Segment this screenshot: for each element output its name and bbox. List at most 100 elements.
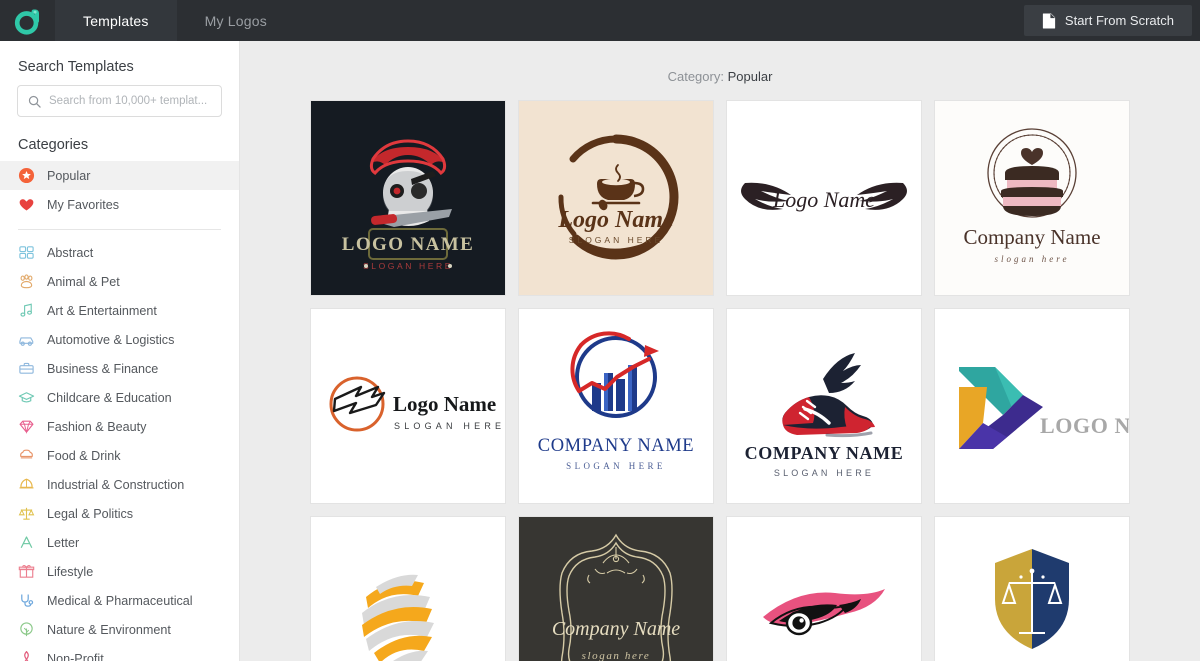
- svg-text:LOGO NAME: LOGO NAME: [342, 234, 474, 255]
- heart-icon: [19, 199, 34, 211]
- tab-my-logos[interactable]: My Logos: [177, 0, 295, 41]
- templates-main-area: Category: Popular LOGO NAME SLOGAN HERE …: [240, 41, 1200, 661]
- paw-icon: [20, 274, 33, 289]
- wings-logo: Logo Name: [727, 101, 921, 295]
- top-navigation-bar: Templates My Logos Start From Scratch: [0, 0, 1200, 41]
- template-card[interactable]: Logo Name SLOGAN HERE: [519, 101, 713, 295]
- gift-icon: [18, 564, 35, 578]
- sidebar-item-industrial-construction[interactable]: Industrial & Construction: [0, 470, 239, 499]
- categories-title: Categories: [18, 137, 89, 153]
- sidebar-item-automotive-logistics[interactable]: Automotive & Logistics: [0, 325, 239, 354]
- search-icon: [28, 95, 41, 108]
- car-icon: [19, 337, 34, 346]
- svg-text:COMPANY NAME: COMPANY NAME: [538, 436, 694, 456]
- svg-text:slogan here: slogan here: [582, 650, 651, 661]
- ribbon-arrow-logo: LOGO NAME: [935, 309, 1129, 503]
- scales-icon: [18, 507, 35, 520]
- sidebar-item-legal-politics-label: Legal & Politics: [47, 506, 134, 521]
- sidebar-item-childcare-education-label: Childcare & Education: [47, 390, 172, 405]
- template-card[interactable]: LOGO NAME: [935, 309, 1129, 503]
- template-grid: LOGO NAME SLOGAN HERE Logo Name SLOGAN H…: [240, 101, 1200, 661]
- sidebar-item-my-favorites[interactable]: My Favorites: [0, 190, 239, 219]
- sidebar-item-lifestyle[interactable]: Lifestyle: [0, 557, 239, 586]
- sidebar-item-letter-label: Letter: [47, 535, 80, 550]
- template-card[interactable]: [311, 517, 505, 661]
- tree-icon: [20, 622, 33, 637]
- template-card[interactable]: LOGO NAME SLOGAN HERE: [311, 101, 505, 295]
- category-list: Abstract Animal & Pet Art & Entertainmen…: [0, 238, 239, 661]
- sidebar-item-fashion-beauty[interactable]: Fashion & Beauty: [0, 412, 239, 441]
- brand-logo[interactable]: [0, 0, 55, 41]
- svg-text:SLOGAN HERE: SLOGAN HERE: [394, 421, 505, 431]
- sidebar-item-my-favorites-label: My Favorites: [47, 197, 120, 212]
- category-name-label: Popular: [727, 69, 773, 84]
- search-box[interactable]: [17, 85, 222, 117]
- sidebar-item-popular[interactable]: Popular: [0, 161, 239, 190]
- sidebar-item-fashion-beauty-label: Fashion & Beauty: [47, 419, 147, 434]
- diamond-icon: [19, 420, 34, 435]
- eye-lash-logo: COMPANY NAME: [727, 517, 921, 661]
- sidebar-item-art-entertainment[interactable]: Art & Entertainment: [0, 296, 239, 325]
- bolt-arrow-logo: Logo Name SLOGAN HERE: [311, 309, 505, 503]
- sidebar-item-food-drink-label: Food & Drink: [47, 448, 121, 463]
- sidebar-item-nature-environment[interactable]: Nature & Environment: [0, 615, 239, 644]
- sidebar-item-food-drink[interactable]: Food & Drink: [0, 441, 239, 470]
- template-card[interactable]: Logo Name: [727, 101, 921, 295]
- svg-text:COMPANY NAME: COMPANY NAME: [745, 443, 904, 463]
- document-icon: [1042, 12, 1056, 29]
- template-card[interactable]: Company Name slogan here: [935, 101, 1129, 295]
- music-note-icon: [20, 303, 32, 317]
- tab-templates[interactable]: Templates: [55, 0, 177, 41]
- sidebar-item-business-finance-label: Business & Finance: [47, 361, 159, 376]
- sidebar-item-abstract-label: Abstract: [47, 245, 94, 260]
- sidebar-item-non-profit-label: Non-Profit: [47, 651, 104, 661]
- app-body: Search Templates Categories: [0, 41, 1200, 661]
- sidebar[interactable]: Search Templates Categories: [0, 41, 240, 661]
- template-card[interactable]: [935, 517, 1129, 661]
- search-templates-title: Search Templates: [18, 59, 134, 75]
- search-input[interactable]: [49, 95, 211, 107]
- stethoscope-icon: [21, 594, 34, 607]
- logo-mark-icon: [14, 9, 39, 35]
- template-card[interactable]: COMPANY NAME SLOGAN HERE: [727, 309, 921, 503]
- sidebar-divider: [18, 229, 221, 230]
- skull-pirate-logo: LOGO NAME SLOGAN HERE: [311, 101, 505, 295]
- svg-text:Company Name: Company Name: [552, 618, 680, 640]
- tab-my-logos-label: My Logos: [204, 12, 267, 29]
- winged-shoe-logo: COMPANY NAME SLOGAN HERE: [727, 309, 921, 503]
- sidebar-item-medical-pharmaceutical[interactable]: Medical & Pharmaceutical: [0, 586, 239, 615]
- sidebar-item-legal-politics[interactable]: Legal & Politics: [0, 499, 239, 528]
- svg-text:Logo Name: Logo Name: [393, 392, 496, 416]
- sidebar-item-nature-environment-label: Nature & Environment: [47, 622, 171, 637]
- svg-text:slogan here: slogan here: [995, 254, 1070, 264]
- sidebar-item-business-finance[interactable]: Business & Finance: [0, 354, 239, 383]
- start-from-scratch-label: Start From Scratch: [1064, 13, 1174, 28]
- template-card[interactable]: Company Name slogan here: [519, 517, 713, 661]
- template-card[interactable]: COMPANY NAME SLOGAN HERE: [519, 309, 713, 503]
- tab-templates-label: Templates: [83, 12, 149, 29]
- svg-text:Logo Name: Logo Name: [557, 207, 674, 233]
- start-from-scratch-button[interactable]: Start From Scratch: [1023, 5, 1192, 36]
- sidebar-item-letter[interactable]: Letter: [0, 528, 239, 557]
- sidebar-item-non-profit[interactable]: Non-Profit: [0, 644, 239, 661]
- sidebar-scrollbar[interactable]: [231, 41, 239, 661]
- svg-text:SLOGAN HERE: SLOGAN HERE: [569, 235, 663, 245]
- growth-chart-logo: COMPANY NAME SLOGAN HERE: [519, 309, 713, 503]
- sidebar-item-animal-pet-label: Animal & Pet: [47, 274, 120, 289]
- sidebar-item-childcare-education[interactable]: Childcare & Education: [0, 383, 239, 412]
- striped-globe-logo: [311, 517, 505, 661]
- graduation-cap-icon: [18, 392, 35, 403]
- coffee-cup-logo: Logo Name SLOGAN HERE: [519, 101, 713, 295]
- ribbon-icon: [24, 651, 29, 661]
- template-card[interactable]: COMPANY NAME: [727, 517, 921, 661]
- abstract-icon: [19, 246, 34, 259]
- sidebar-item-popular-label: Popular: [47, 168, 91, 183]
- food-icon: [20, 449, 33, 459]
- svg-text:Company Name: Company Name: [963, 225, 1100, 249]
- sidebar-item-automotive-logistics-label: Automotive & Logistics: [47, 332, 175, 347]
- sidebar-item-abstract[interactable]: Abstract: [0, 238, 239, 267]
- template-card[interactable]: Logo Name SLOGAN HERE: [311, 309, 505, 503]
- letter-a-icon: [20, 536, 33, 549]
- sidebar-item-animal-pet[interactable]: Animal & Pet: [0, 267, 239, 296]
- sidebar-item-lifestyle-label: Lifestyle: [47, 564, 94, 579]
